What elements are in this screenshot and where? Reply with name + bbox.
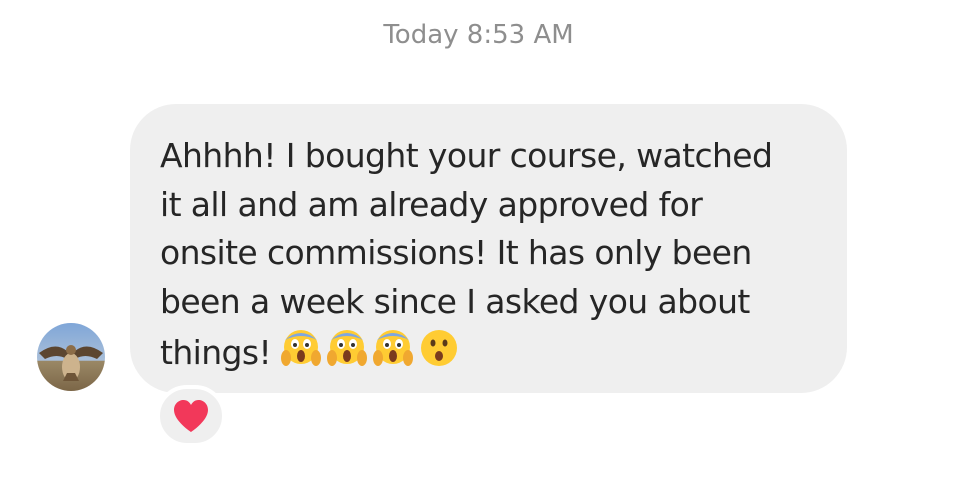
avatar-photo — [37, 323, 105, 391]
face-screaming-in-fear-icon — [373, 330, 414, 366]
face-with-open-mouth-icon — [421, 330, 458, 366]
face-screaming-in-fear-icon — [281, 330, 322, 366]
heart-reaction[interactable] — [156, 385, 226, 447]
message-line: Ahhhh! I bought your course, watched — [160, 136, 773, 175]
message-line: things! — [160, 333, 272, 372]
emoji-group — [279, 326, 461, 370]
heart-icon — [174, 400, 208, 432]
message-line: been a week since I asked you about — [160, 281, 750, 321]
message-bubble[interactable]: Ahhhh! I bought your course, watched it … — [130, 104, 847, 393]
message-line-last: things! — [160, 326, 817, 378]
message-line: onsite commissions! It has only been — [160, 233, 752, 272]
face-screaming-in-fear-icon — [327, 330, 368, 366]
message-line: it all and am already approved for — [160, 184, 703, 224]
message-text: Ahhhh! I bought your course, watched it … — [160, 132, 817, 378]
sender-avatar[interactable] — [37, 323, 105, 391]
message-timestamp: Today 8:53 AM — [383, 20, 574, 50]
